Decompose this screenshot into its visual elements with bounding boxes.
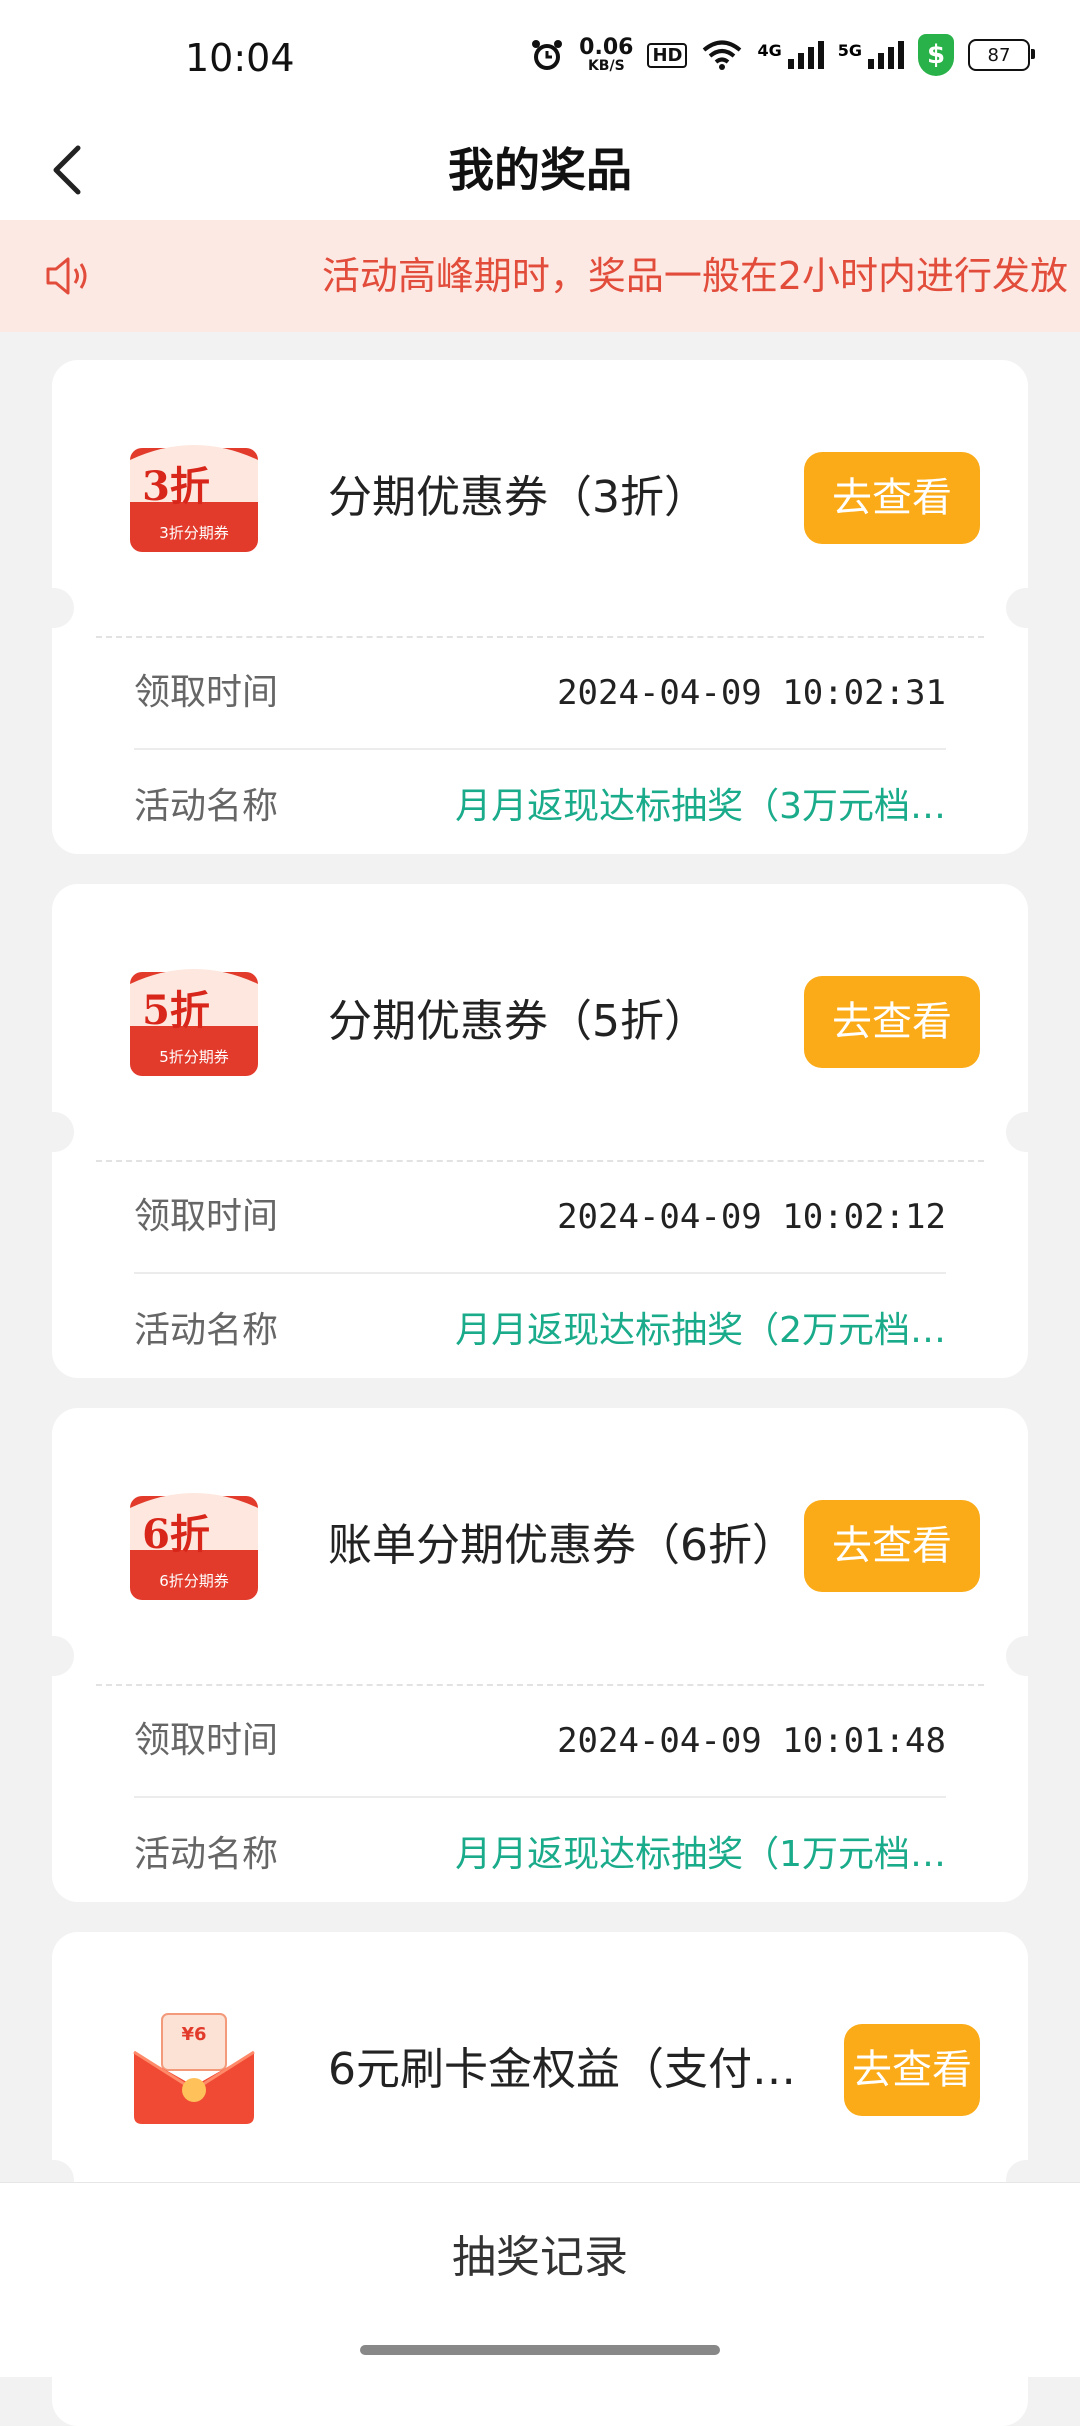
view-button[interactable]: 去查看 [804, 1500, 980, 1592]
bottom-bar: 抽奖记录 [0, 2182, 1080, 2377]
status-time: 10:04 [185, 36, 295, 80]
activity-label: 活动名称 [134, 786, 279, 827]
claim-time-label: 领取时间 [134, 1196, 279, 1237]
activity-row: 活动名称 月月返现达标抽奖（1万元档… [134, 1800, 946, 1910]
lottery-record-button[interactable]: 抽奖记录 [0, 2183, 1080, 2333]
claim-time-label: 领取时间 [134, 672, 279, 713]
activity-label: 活动名称 [134, 1834, 279, 1875]
coupon-badge-label: 3折分期券 [159, 524, 229, 542]
row-divider [134, 1796, 946, 1798]
signal-5g-icon: 5G [838, 41, 904, 69]
activity-row: 活动名称 月月返现达标抽奖（2万元档… [134, 1276, 946, 1386]
prize-card: 6折 6折分期券 账单分期优惠券（6折） 去查看 领取时间 2024-04-09… [48, 1408, 1032, 1902]
claim-time-row: 领取时间 2024-04-09 10:02:31 [134, 638, 946, 748]
prize-card: 5折 5折分期券 分期优惠券（5折） 去查看 领取时间 2024-04-09 1… [48, 884, 1032, 1378]
prize-title: 6元刷卡金权益（支付… [328, 2044, 796, 2095]
envelope-badge: ¥6 [181, 2024, 206, 2045]
alarm-icon [532, 40, 563, 70]
view-button[interactable]: 去查看 [804, 976, 980, 1068]
home-indicator[interactable] [360, 2345, 720, 2355]
coupon-badge-value: 5折 [142, 987, 210, 1034]
row-divider [134, 1272, 946, 1274]
activity-name: 月月返现达标抽奖（3万元档… [455, 786, 946, 827]
hd-icon: HD [647, 42, 688, 68]
row-divider [134, 748, 946, 750]
coupon-badge-value: 3折 [142, 463, 210, 510]
claim-time-row: 领取时间 2024-04-09 10:02:12 [134, 1162, 946, 1272]
coupon-3-icon: 3折 3折分期券 [130, 445, 258, 552]
network-speed: 0.06 KB/S [579, 35, 634, 74]
notice-banner: 活动高峰期时，奖品一般在2小时内进行发放 [0, 220, 1080, 332]
claim-time-label: 领取时间 [134, 1720, 279, 1761]
activity-name: 月月返现达标抽奖（2万元档… [455, 1310, 946, 1351]
claim-time-row: 领取时间 2024-04-09 10:01:48 [134, 1686, 946, 1796]
battery-level: 87 [987, 44, 1011, 66]
status-bar: 10:04 0.06 KB/S HD 4G 5G $ 87 [0, 0, 1080, 120]
claim-time-value: 2024-04-09 10:02:31 [557, 673, 946, 713]
coupon-5-icon: 5折 5折分期券 [130, 969, 258, 1076]
view-button[interactable]: 去查看 [844, 2024, 980, 2116]
coupon-badge-value: 6折 [142, 1511, 210, 1558]
prize-title: 账单分期优惠券（6折） [328, 1520, 796, 1571]
battery-icon: 87 [968, 39, 1035, 71]
coupon-badge-label: 6折分期券 [159, 1572, 229, 1590]
prize-card: 3折 3折分期券 分期优惠券（3折） 去查看 领取时间 2024-04-09 1… [48, 360, 1032, 854]
activity-row: 活动名称 月月返现达标抽奖（3万元档… [134, 752, 946, 862]
status-icons: 0.06 KB/S HD 4G 5G $ 87 [529, 34, 1035, 76]
red-envelope-icon: ¥6 [133, 2013, 255, 2124]
signal-4g-icon: 4G [757, 41, 824, 69]
coupon-badge-label: 5折分期券 [159, 1048, 229, 1066]
view-button[interactable]: 去查看 [804, 452, 980, 544]
prize-title: 分期优惠券（3折） [328, 472, 708, 523]
nav-bar: 我的奖品 [0, 120, 1080, 220]
speaker-icon [46, 257, 87, 295]
security-shield-icon: $ [918, 34, 954, 76]
claim-time-value: 2024-04-09 10:01:48 [557, 1721, 946, 1761]
notice-text: 活动高峰期时，奖品一般在2小时内进行发放 [321, 254, 1068, 298]
activity-label: 活动名称 [134, 1310, 279, 1351]
wifi-icon [703, 40, 742, 70]
claim-time-value: 2024-04-09 10:02:12 [557, 1197, 946, 1237]
activity-name: 月月返现达标抽奖（1万元档… [455, 1834, 946, 1875]
coupon-6-icon: 6折 6折分期券 [130, 1493, 258, 1600]
prize-title: 分期优惠券（5折） [328, 996, 708, 1047]
page-title: 我的奖品 [448, 143, 632, 197]
